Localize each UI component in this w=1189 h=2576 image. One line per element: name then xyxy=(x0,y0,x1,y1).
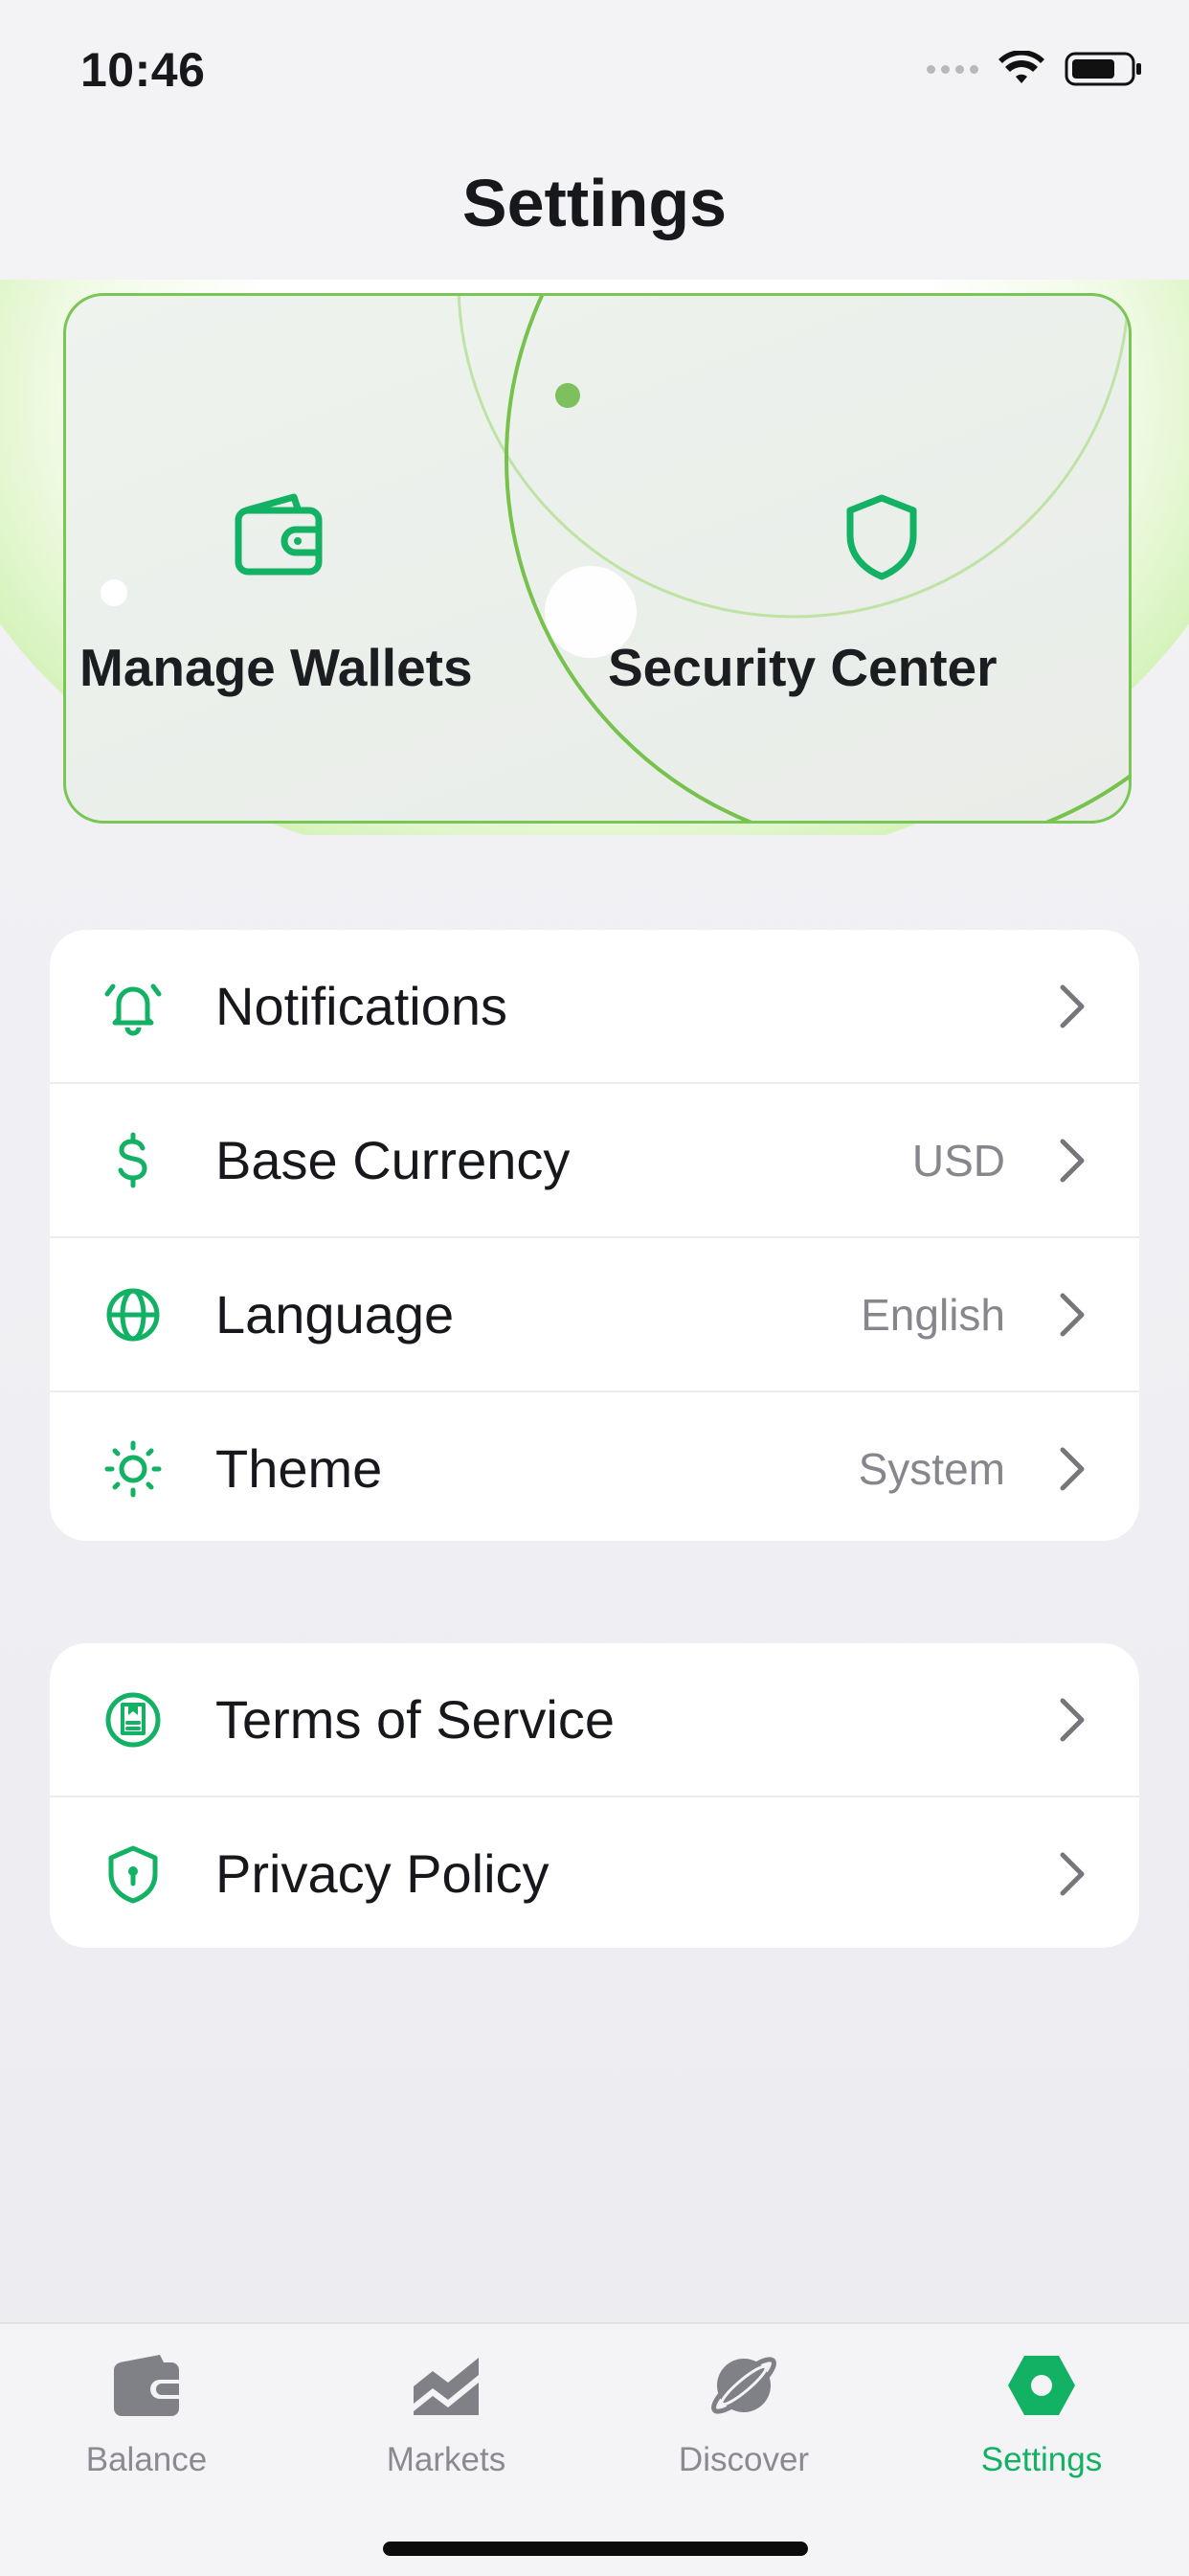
tab-discover-label: Discover xyxy=(678,2441,810,2478)
hexagon-tab-icon xyxy=(1003,2347,1080,2424)
terms-of-service-row[interactable]: Terms of Service xyxy=(50,1643,1139,1796)
language-label: Language xyxy=(215,1284,455,1344)
privacy-policy-row[interactable]: Privacy Policy xyxy=(50,1796,1139,1948)
theme-label: Theme xyxy=(215,1438,383,1499)
base-currency-value: USD xyxy=(911,1135,1005,1186)
notifications-row[interactable]: Notifications xyxy=(50,930,1139,1082)
document-icon xyxy=(100,1686,167,1753)
security-center-label: Security Center xyxy=(608,638,998,697)
language-row[interactable]: Language English xyxy=(50,1236,1139,1390)
hero-banner: Manage Wallets Security Center xyxy=(0,280,1189,835)
header: Settings xyxy=(0,144,1189,278)
tab-discover[interactable]: Discover xyxy=(639,2347,849,2491)
tab-balance-label: Balance xyxy=(85,2441,208,2478)
manage-wallets-tile[interactable]: Manage Wallets xyxy=(66,296,516,821)
tab-bar: Balance Markets Discover Settings xyxy=(0,2322,1189,2576)
chevron-right-icon xyxy=(1060,1698,1085,1741)
home-indicator xyxy=(383,2542,808,2556)
hero-card: Manage Wallets Security Center xyxy=(63,293,1132,824)
base-currency-row[interactable]: Base Currency USD xyxy=(50,1082,1139,1236)
globe-icon xyxy=(100,1281,167,1348)
chevron-right-icon xyxy=(1060,1852,1085,1895)
chevron-right-icon xyxy=(1060,1293,1085,1336)
chevron-right-icon xyxy=(1060,984,1085,1028)
legal-group: Terms of Service Privacy Policy xyxy=(50,1643,1139,1948)
shield-icon xyxy=(846,494,917,580)
dollar-icon xyxy=(100,1127,167,1194)
tab-settings-label: Settings xyxy=(980,2441,1103,2478)
status-icons xyxy=(927,50,1143,88)
bell-icon xyxy=(100,973,167,1040)
notifications-label: Notifications xyxy=(215,976,508,1036)
chart-tab-icon xyxy=(408,2347,484,2424)
wallet-icon xyxy=(235,493,323,576)
planet-tab-icon xyxy=(706,2347,782,2424)
chevron-right-icon xyxy=(1060,1139,1085,1182)
chevron-right-icon xyxy=(1060,1447,1085,1490)
base-currency-label: Base Currency xyxy=(215,1130,571,1190)
wallet-tab-icon xyxy=(108,2347,185,2424)
privacy-policy-label: Privacy Policy xyxy=(215,1843,550,1904)
tab-settings[interactable]: Settings xyxy=(936,2347,1147,2491)
security-center-tile[interactable]: Security Center xyxy=(602,296,1129,821)
status-time: 10:46 xyxy=(80,43,206,97)
tab-balance[interactable]: Balance xyxy=(41,2347,252,2491)
battery-icon xyxy=(1065,52,1141,86)
sun-icon xyxy=(100,1435,167,1503)
tab-markets[interactable]: Markets xyxy=(341,2347,551,2491)
page-title: Settings xyxy=(461,166,728,240)
status-bar: 10:46 xyxy=(0,0,1189,144)
cellular-signal-icon xyxy=(927,64,978,74)
privacy-shield-icon xyxy=(100,1841,167,1908)
manage-wallets-label: Manage Wallets xyxy=(79,638,473,697)
theme-value: System xyxy=(858,1443,1005,1494)
theme-row[interactable]: Theme System xyxy=(50,1390,1139,1541)
preferences-group: Notifications Base Currency USD Language… xyxy=(50,930,1139,1541)
tab-markets-label: Markets xyxy=(386,2441,506,2478)
language-value: English xyxy=(861,1289,1005,1340)
wifi-icon xyxy=(998,51,1044,83)
terms-of-service-label: Terms of Service xyxy=(215,1689,615,1750)
